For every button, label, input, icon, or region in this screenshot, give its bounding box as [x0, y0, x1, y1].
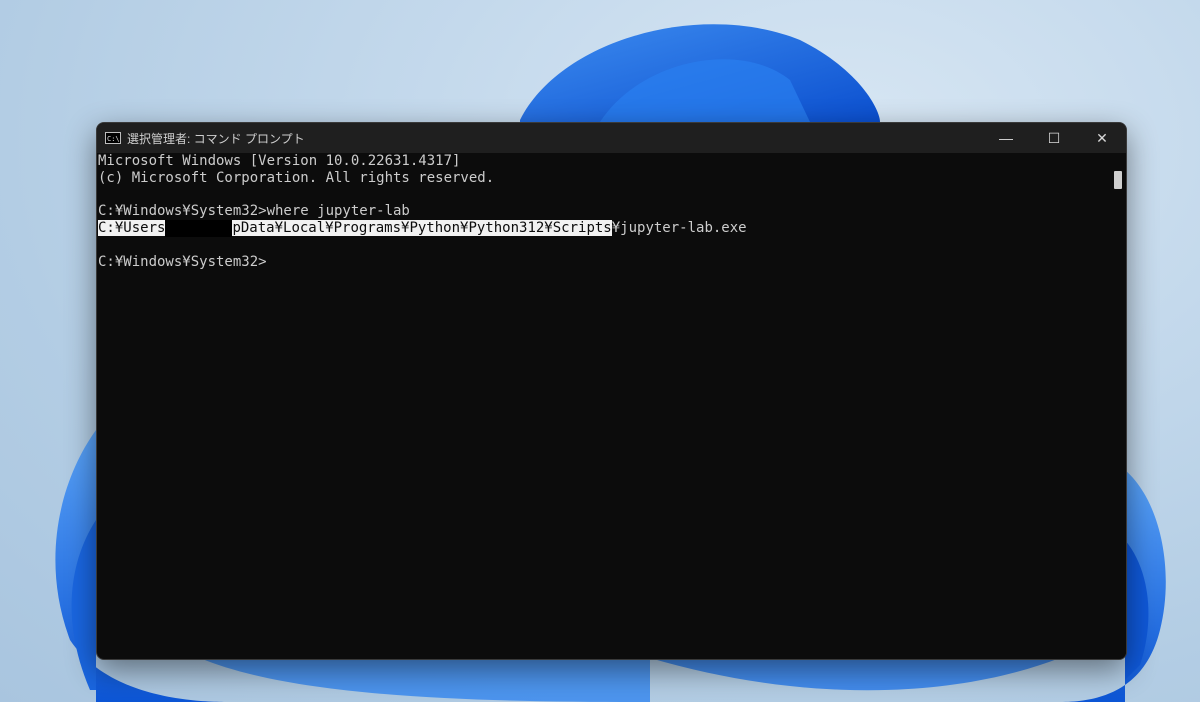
selected-text: C:¥Users	[98, 220, 166, 237]
console-prompt[interactable]: C:¥Windows¥System32>	[98, 254, 1126, 271]
window-title: 選択管理者: コマンド プロンプト	[127, 131, 305, 146]
console-result-line: C:¥Users pData¥Local¥Programs¥Python¥Pyth…	[98, 220, 1126, 237]
scrollbar[interactable]	[1110, 153, 1126, 659]
maximize-icon: ☐	[1047, 129, 1061, 146]
command-prompt-window[interactable]: C:\ 選択管理者: コマンド プロンプト — ☐ ✕ Microsoft Wi…	[96, 122, 1127, 660]
console-output[interactable]: Microsoft Windows [Version 10.0.22631.43…	[97, 153, 1126, 659]
minimize-button[interactable]: —	[982, 123, 1030, 153]
title-bar[interactable]: C:\ 選択管理者: コマンド プロンプト — ☐ ✕	[97, 123, 1126, 153]
console-line: (c) Microsoft Corporation. All rights re…	[98, 169, 495, 186]
scrollbar-thumb[interactable]	[1114, 171, 1122, 189]
cmd-app-icon: C:\	[105, 132, 121, 144]
selected-text: pData¥Local¥Programs¥Python¥Python312¥Sc…	[232, 220, 612, 237]
close-button[interactable]: ✕	[1078, 123, 1126, 153]
maximize-button[interactable]: ☐	[1030, 123, 1078, 153]
result-tail: ¥jupyter-lab.exe	[611, 220, 747, 237]
close-icon: ✕	[1096, 129, 1108, 146]
window-controls: — ☐ ✕	[982, 123, 1126, 153]
redaction-block	[165, 220, 233, 237]
minimize-icon: —	[999, 130, 1013, 146]
console-line: C:¥Windows¥System32>where jupyter-lab	[98, 203, 410, 220]
console-line: Microsoft Windows [Version 10.0.22631.43…	[98, 153, 461, 169]
